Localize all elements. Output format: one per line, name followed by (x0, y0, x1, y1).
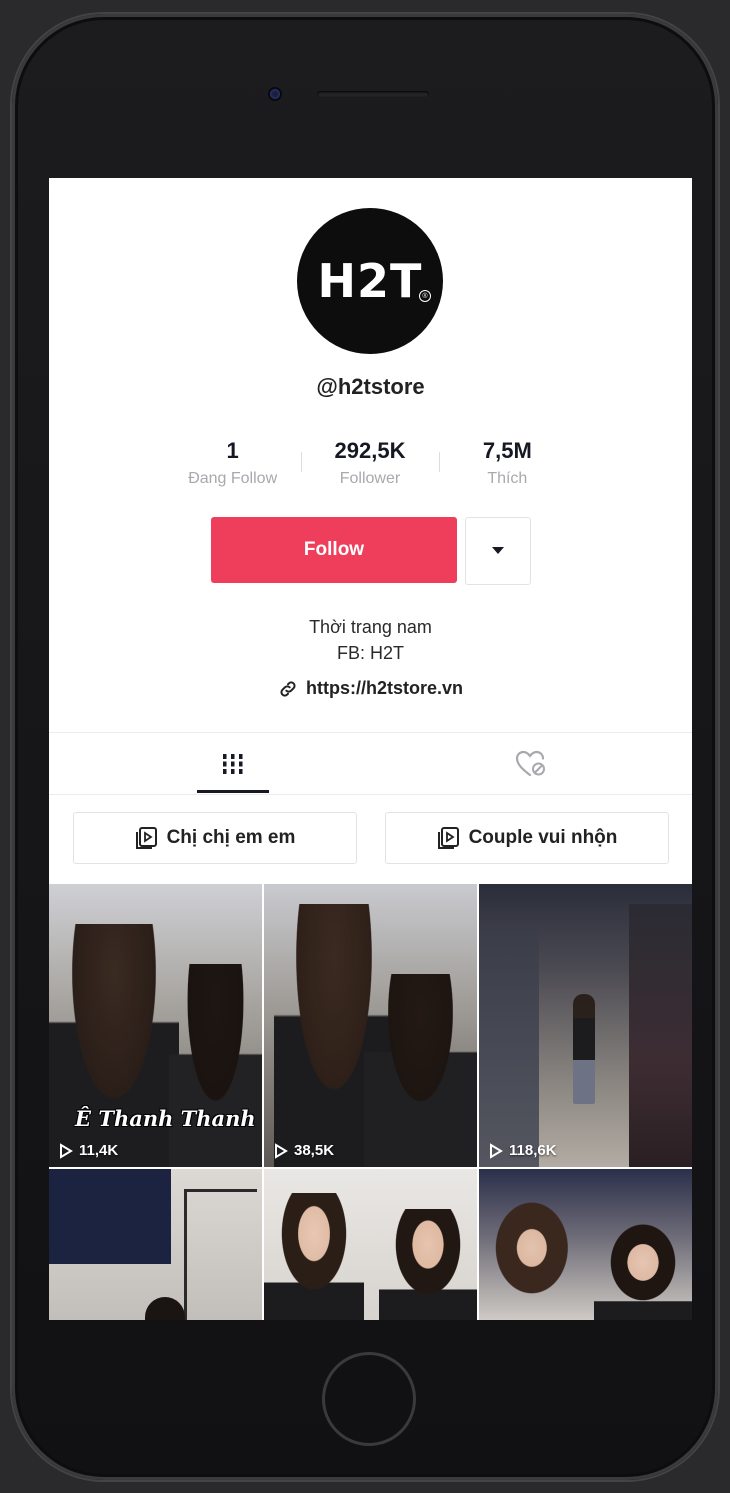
stat-following-label: Đang Follow (188, 470, 278, 487)
video-figure (264, 1193, 364, 1320)
video-figure (573, 994, 595, 1104)
profile-screen: H2T ® @h2tstore 1 Đang Follow 292,5K Fol… (49, 178, 692, 1320)
stat-followers-label: Follower (339, 470, 401, 487)
video-views-count: 38,5K (294, 1142, 335, 1159)
grid-icon (223, 754, 243, 774)
playlist-icon (135, 827, 157, 849)
playlist-chip-1-label: Chị chị em em (166, 827, 296, 848)
playlist-chip-2[interactable]: Couple vui nhộn (385, 812, 669, 864)
profile-link-text: https://h2tstore.vn (305, 678, 463, 698)
bio-line-1: Thời trang nam (309, 617, 432, 637)
video-views-count: 118,6K (509, 1142, 557, 1159)
video-views-count: 11,4K (79, 1142, 119, 1159)
video-figure (364, 974, 477, 1167)
video-thumbnail-6[interactable] (479, 1169, 692, 1320)
playlist-chip-1[interactable]: Chị chị em em (73, 812, 357, 864)
liked-heart-icon (515, 750, 545, 777)
play-icon (275, 1142, 288, 1159)
playlist-icon (437, 827, 459, 849)
video-sign (49, 1169, 171, 1264)
tab-videos[interactable] (153, 734, 313, 794)
stat-following-value: 1 (226, 438, 239, 463)
stat-followers-value: 292,5K (334, 438, 406, 463)
video-views: 118,6K (489, 1142, 557, 1159)
video-thumbnail-3[interactable]: 118,6K (479, 884, 692, 1167)
phone-frame: H2T ® @h2tstore 1 Đang Follow 292,5K Fol… (12, 14, 718, 1480)
follow-button[interactable]: Follow (211, 517, 457, 583)
avatar[interactable]: H2T ® (297, 208, 443, 354)
link-icon (280, 680, 296, 697)
front-camera (270, 89, 280, 99)
video-figure (479, 1189, 589, 1320)
divider (49, 732, 692, 733)
active-tab-indicator (197, 790, 269, 793)
earpiece-speaker (317, 91, 429, 97)
suggested-accounts-button[interactable] (465, 517, 531, 585)
video-thumbnail-1[interactable]: Ê Thanh Thanh 11,4K (49, 884, 262, 1167)
bio-line-2: FB: H2T (336, 643, 404, 663)
divider (49, 794, 692, 795)
video-views: 11,4K (59, 1142, 118, 1159)
video-rack (629, 904, 692, 1167)
home-button[interactable] (322, 1352, 416, 1446)
profile-stats: 1 Đang Follow 292,5K Follower 7,5M Thích (164, 438, 576, 498)
video-caption: Ê Thanh Thanh (75, 1106, 256, 1131)
video-figure (169, 964, 262, 1167)
caret-down-icon (492, 547, 504, 554)
stat-following[interactable]: 1 Đang Follow (164, 438, 301, 498)
username: @h2tstore (316, 374, 425, 399)
profile-link[interactable]: https://h2tstore.vn (49, 678, 692, 699)
stat-likes[interactable]: 7,5M Thích (438, 438, 576, 498)
playlist-chip-2-label: Couple vui nhộn (468, 827, 618, 848)
bio: Thời trang nam FB: H2T (49, 614, 692, 666)
video-thumbnail-4[interactable] (49, 1169, 262, 1320)
video-grid: Ê Thanh Thanh 11,4K 38,5K 118,6K (49, 884, 692, 1320)
stat-likes-label: Thích (487, 470, 528, 487)
video-rack (184, 1189, 257, 1320)
avatar-logo-text: H2T (317, 254, 423, 308)
video-views: 38,5K (274, 1142, 334, 1159)
video-figure (145, 1297, 185, 1320)
registered-mark-icon: ® (419, 290, 431, 302)
stat-likes-value: 7,5M (482, 438, 532, 463)
video-figure (379, 1209, 477, 1320)
tab-liked[interactable] (451, 734, 611, 794)
stat-followers[interactable]: 292,5K Follower (301, 438, 438, 498)
video-thumbnail-5[interactable] (264, 1169, 477, 1320)
video-thumbnail-2[interactable]: 38,5K (264, 884, 477, 1167)
play-icon (490, 1142, 503, 1159)
video-rack (479, 924, 539, 1167)
play-icon (60, 1142, 73, 1159)
video-figure (594, 1224, 692, 1320)
